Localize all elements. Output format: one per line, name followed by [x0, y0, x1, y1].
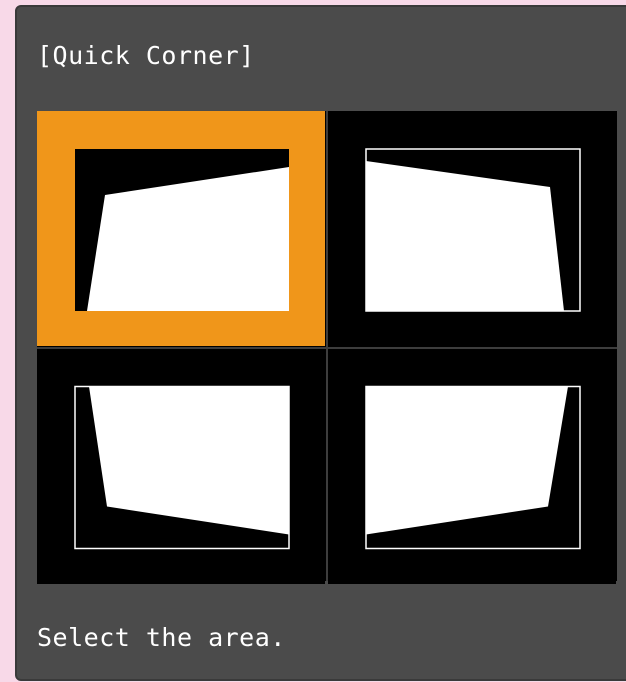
grid-divider-horizontal — [37, 347, 617, 349]
quick-corner-dialog: [Quick Corner] Select the area. — [15, 5, 626, 681]
corner-area-bottom-left[interactable] — [37, 349, 325, 584]
keystone-bottom-left-icon — [74, 385, 290, 550]
corner-area-top-right[interactable] — [328, 111, 616, 346]
keystone-top-right-icon — [365, 148, 581, 312]
corner-area-grid — [37, 111, 617, 584]
grid-divider-vertical — [326, 111, 328, 581]
corner-area-bottom-right[interactable] — [328, 349, 616, 584]
corner-area-top-left[interactable] — [37, 111, 325, 346]
keystone-bottom-right-icon — [365, 385, 581, 550]
keystone-top-left-icon — [75, 149, 289, 311]
dialog-title: [Quick Corner] — [37, 41, 255, 70]
instruction-text: Select the area. — [37, 623, 286, 652]
